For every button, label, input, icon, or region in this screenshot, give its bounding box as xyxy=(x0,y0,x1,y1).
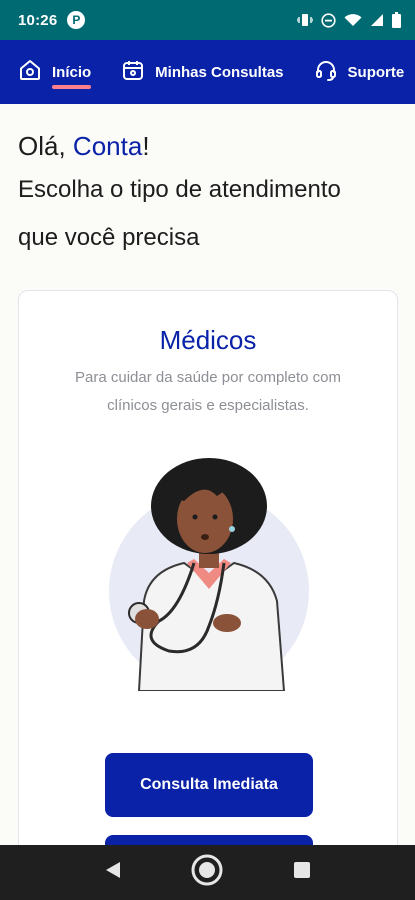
doctors-card: Médicos Para cuidar da saúde por complet… xyxy=(18,290,398,899)
greeting-subtitle-line2: que você precisa xyxy=(18,224,200,251)
doctor-illustration xyxy=(99,451,319,692)
home-icon xyxy=(18,58,42,87)
home-circle-icon[interactable] xyxy=(190,853,224,892)
headset-icon xyxy=(314,58,338,87)
nav-item-inicio[interactable]: Início xyxy=(18,58,92,89)
nav-item-minhas-consultas[interactable]: Minhas Consultas xyxy=(121,58,284,87)
card-title: Médicos xyxy=(159,325,257,355)
calendar-icon xyxy=(121,58,145,87)
card-description: Para cuidar da saúde por completo com cl… xyxy=(75,369,341,414)
consulta-imediata-button[interactable]: Consulta Imediata xyxy=(105,753,313,817)
system-navigation-bar xyxy=(0,845,415,900)
notification-badge: P xyxy=(67,11,86,29)
vibrate-icon xyxy=(297,13,313,27)
greeting-subtitle: Escolha o tipo de atendimento que você p… xyxy=(18,166,403,262)
do-not-disturb-icon xyxy=(321,12,336,28)
signal-icon xyxy=(370,13,384,27)
wifi-icon xyxy=(344,13,362,27)
back-icon[interactable] xyxy=(104,860,122,885)
greeting-exclamation: ! xyxy=(142,131,150,161)
greeting-subtitle-line1: Escolha o tipo de atendimento xyxy=(18,176,341,203)
top-navigation: Início Minhas Consultas Suporte xyxy=(0,40,415,104)
greeting-prefix: Olá, xyxy=(18,131,66,161)
nav-item-suporte[interactable]: Suporte xyxy=(314,58,405,87)
greeting-hello: Olá, Conta! xyxy=(18,128,403,164)
nav-item-label: Suporte xyxy=(347,63,405,81)
nav-item-label: Minhas Consultas xyxy=(155,63,284,81)
recents-icon[interactable] xyxy=(293,861,311,884)
status-time: 10:26 xyxy=(18,11,58,29)
battery-icon xyxy=(392,12,401,28)
status-icons xyxy=(297,12,401,28)
app-screen: 10:26 P Início Minhas Consultas Suporte … xyxy=(0,0,415,900)
status-bar: 10:26 P xyxy=(0,0,415,40)
nav-item-label: Início xyxy=(52,63,92,89)
user-name: Conta xyxy=(72,131,143,161)
greeting-section: Olá, Conta! Escolha o tipo de atendiment… xyxy=(18,128,403,262)
